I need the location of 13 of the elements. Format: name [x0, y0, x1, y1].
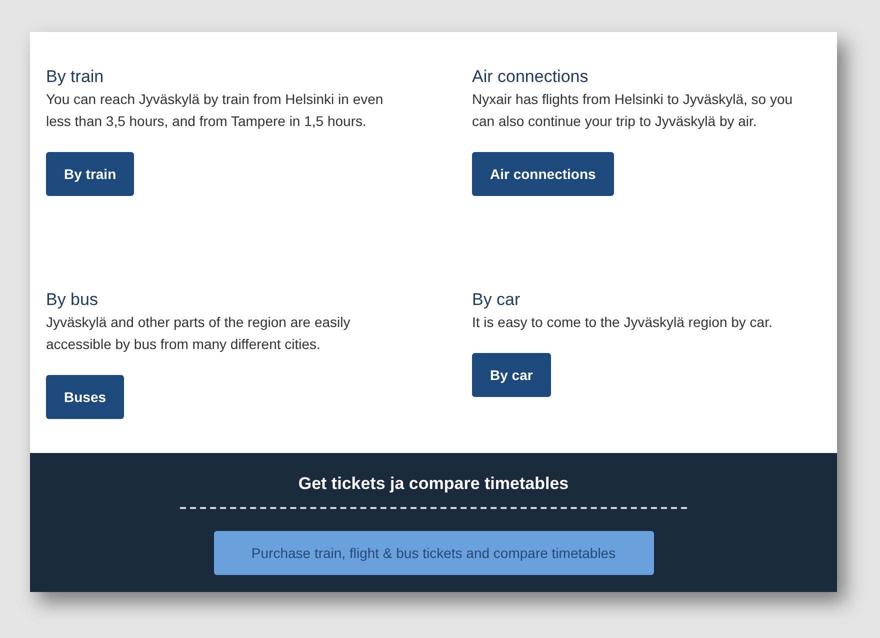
section-title: Air connections [472, 66, 588, 88]
section-title: By car [472, 289, 520, 311]
section-text: You can reach Jyväskylä by train from Helsinki in even less than 3,5 hours, and from Tampere in 1,5 hours. [46, 90, 384, 131]
section-button[interactable]: Buses [46, 375, 124, 419]
section-button[interactable]: By car [472, 353, 551, 397]
footer-title: Get tickets ja compare timetables [298, 473, 569, 495]
section-title: By train [46, 66, 104, 88]
section-button[interactable]: Air connections [472, 152, 614, 196]
section-text: It is easy to come to the Jyväskylä region by car. [472, 313, 772, 332]
section-text: Nyxair has flights from Helsinki to Jyväskylä, so you can also continue your trip to Jyväskylä by air. [472, 90, 794, 131]
section-title: By bus [46, 289, 98, 311]
section-button[interactable]: By train [46, 152, 134, 196]
section-text: Jyväskylä and other parts of the region are easily accessible by bus from many different cities. [46, 313, 352, 354]
